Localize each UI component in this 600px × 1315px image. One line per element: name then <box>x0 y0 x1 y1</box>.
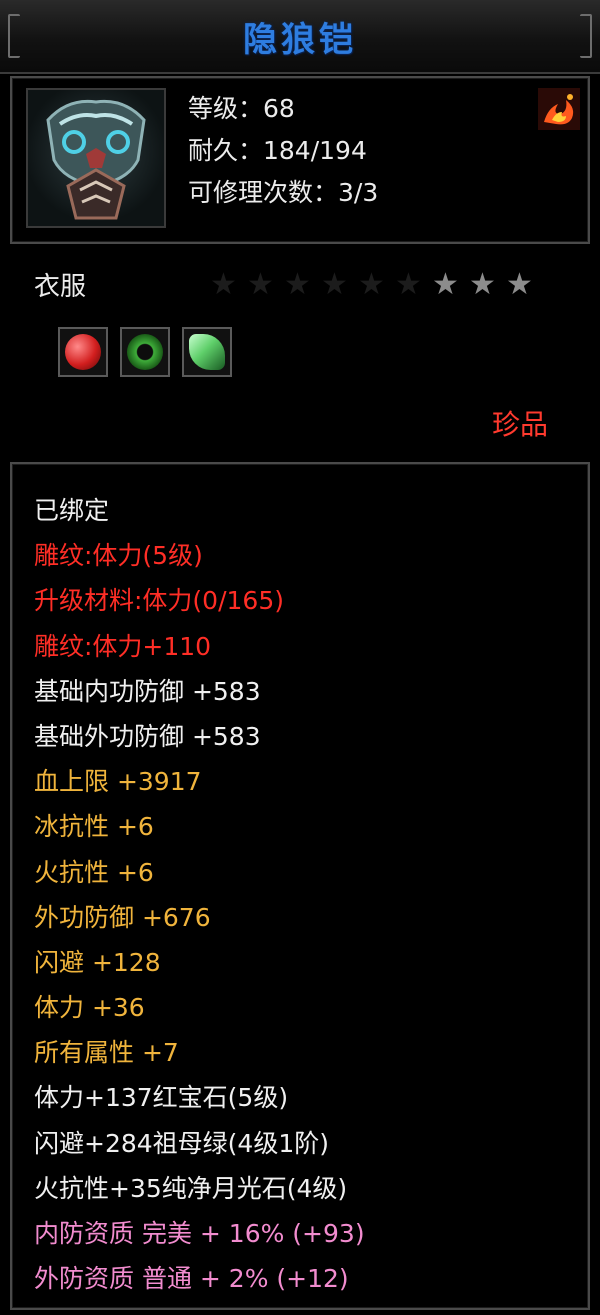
title-bar[interactable]: 隐狼铠 <box>0 0 600 74</box>
emerald-gem-fill <box>189 334 225 370</box>
star-icon: ★ <box>358 267 385 302</box>
stat-line: 雕纹:体力(5级) <box>34 541 203 571</box>
item-category: 衣服 <box>34 272 87 302</box>
item-name-title: 隐狼铠 <box>243 20 357 60</box>
jade-ring-fill <box>127 334 163 370</box>
stat-line: 冰抗性 +6 <box>34 812 154 842</box>
item-repair-count: 可修理次数：3/3 <box>188 178 379 207</box>
stat-line: 火抗性 +6 <box>34 857 154 887</box>
stat-line: 体力+137红宝石(5级) <box>34 1083 289 1113</box>
stat-line: 升级材料:体力(0/165) <box>34 586 284 616</box>
armor-icon[interactable] <box>26 88 166 228</box>
jade-ring-icon[interactable] <box>120 327 170 377</box>
stat-line: 内防资质 完美 + 16% (+93) <box>34 1219 365 1248</box>
stat-line: 火抗性+35纯净月光石(4级) <box>34 1173 348 1203</box>
star-icon: ★ <box>247 267 274 302</box>
stat-line: 所有属性 +7 <box>34 1038 179 1068</box>
stat-line: 外功防御 +676 <box>34 902 211 932</box>
fire-dragon-icon <box>538 88 580 130</box>
stat-line: 外防资质 普通 + 2% (+12) <box>34 1264 349 1294</box>
stat-line: 已绑定 <box>34 496 110 525</box>
item-info: 等级：68 耐久：184/194 可修理次数：3/3 <box>188 88 378 214</box>
star-icon: ★ <box>210 267 237 302</box>
rarity-label: 珍品 <box>492 408 549 441</box>
stat-line: 雕纹:体力+110 <box>34 631 212 661</box>
stat-line: 基础内功防御 +583 <box>34 676 261 706</box>
stat-line: 闪避 +128 <box>34 947 161 977</box>
stat-line: 体力 +36 <box>34 993 145 1023</box>
star-icon: ★ <box>395 267 422 302</box>
star-icon: ★ <box>321 267 348 302</box>
ruby-gem-icon[interactable] <box>58 327 108 377</box>
item-level: 等级：68 <box>188 94 295 123</box>
star-icon: ★ <box>432 267 459 302</box>
stats-list: 已绑定 雕纹:体力(5级) 升级材料:体力(0/165) 雕纹:体力+110 基… <box>34 488 584 1301</box>
stat-line: 血上限 +3917 <box>34 767 202 797</box>
ruby-gem-fill <box>65 334 101 370</box>
stat-line: 闪避+284祖母绿(4级1阶) <box>34 1128 329 1158</box>
star-icon: ★ <box>469 267 496 302</box>
item-durability: 耐久：184/194 <box>188 136 367 165</box>
stat-line: 基础外功防御 +583 <box>34 721 261 751</box>
star-icon: ★ <box>284 267 311 302</box>
emerald-gem-icon[interactable] <box>182 327 232 377</box>
star-icon: ★ <box>506 267 533 302</box>
